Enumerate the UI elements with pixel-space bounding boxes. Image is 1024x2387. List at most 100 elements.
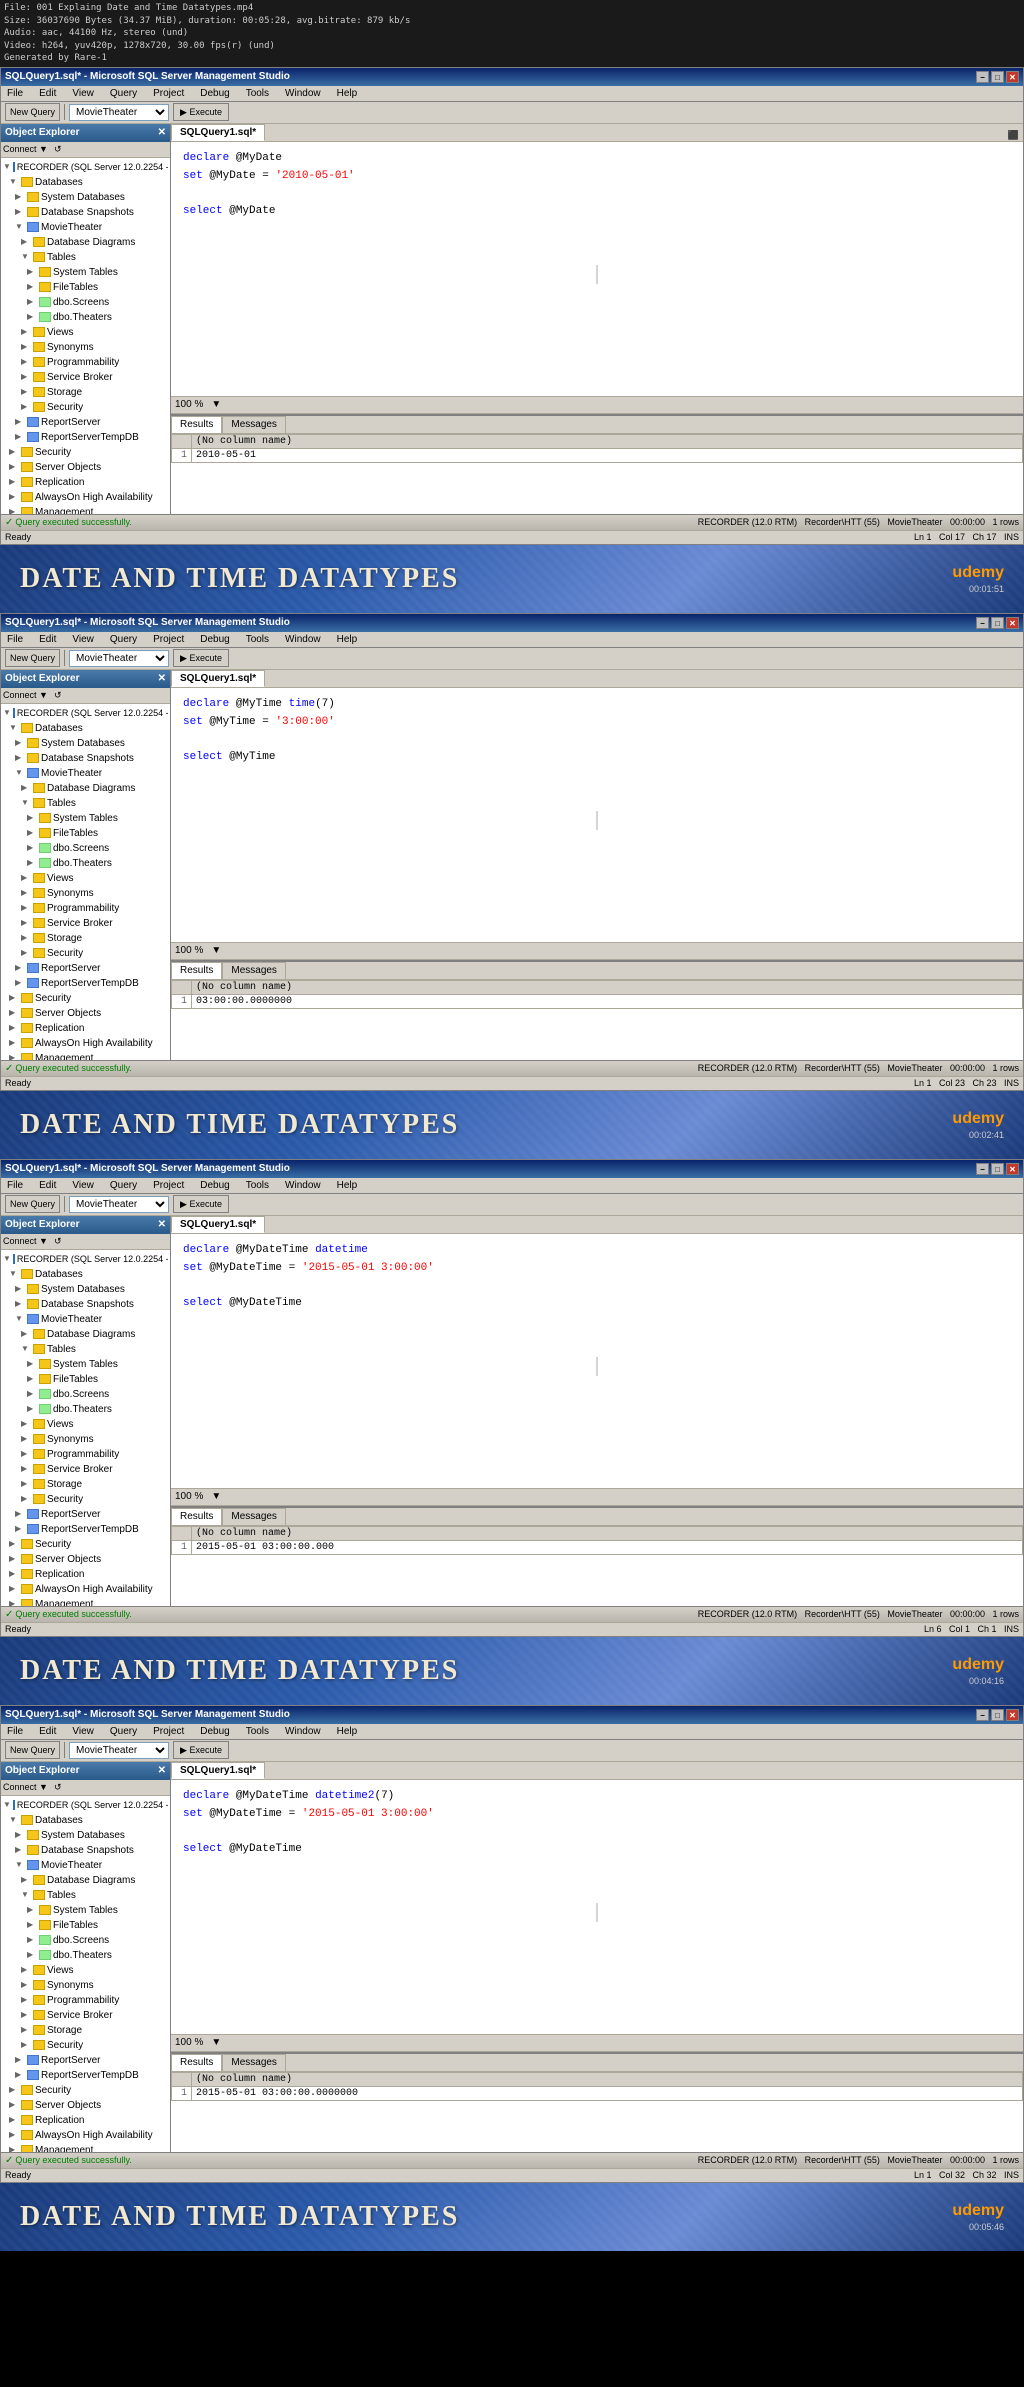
menu-view-1[interactable]: View — [68, 87, 98, 100]
oe-db-diagrams-1[interactable]: ▶ Database Diagrams — [3, 235, 168, 250]
code-editor-3[interactable]: declare @MyDateTime datetime set @MyDate… — [171, 1234, 1023, 1488]
menu-debug-3[interactable]: Debug — [196, 1179, 233, 1192]
menu-edit-2[interactable]: Edit — [35, 633, 60, 646]
menu-project-1[interactable]: Project — [149, 87, 188, 100]
oe-refresh-btn-4[interactable]: ↺ — [54, 1782, 62, 1793]
menu-file-2[interactable]: File — [3, 633, 27, 646]
oe-server-2[interactable]: ▼ RECORDER (SQL Server 12.0.2254 - Recor… — [3, 706, 168, 721]
query-tab-3[interactable]: SQLQuery1.sql* — [171, 1216, 265, 1233]
maximize-btn-1[interactable]: □ — [991, 71, 1004, 83]
maximize-btn-2[interactable]: □ — [991, 617, 1004, 629]
oe-databases-1[interactable]: ▼ Databases — [3, 175, 168, 190]
oe-connect-btn-4[interactable]: Connect ▼ — [3, 1782, 48, 1792]
close-btn-2[interactable]: ✕ — [1006, 617, 1019, 629]
oe-security-1[interactable]: ▶ Security — [3, 400, 168, 415]
results-tab-1[interactable]: Results — [171, 416, 222, 433]
menu-edit-1[interactable]: Edit — [35, 87, 60, 100]
minimize-btn-1[interactable]: − — [976, 71, 989, 83]
oe-databases-2[interactable]: ▼ Databases — [3, 721, 168, 736]
query-tab-1[interactable]: SQLQuery1.sql* — [171, 124, 265, 141]
code-editor-4[interactable]: declare @MyDateTime datetime2(7) set @My… — [171, 1780, 1023, 2034]
new-query-btn-2[interactable]: New Query — [5, 649, 60, 667]
query-tab-2[interactable]: SQLQuery1.sql* — [171, 670, 265, 687]
oe-refresh-btn-1[interactable]: ↺ — [54, 144, 62, 155]
oe-system-dbs-1[interactable]: ▶ System Databases — [3, 190, 168, 205]
oe-movie-theater-1[interactable]: ▼ MovieTheater — [3, 220, 168, 235]
results-tab-4[interactable]: Results — [171, 2054, 222, 2071]
oe-alwayson-1[interactable]: ▶ AlwaysOn High Availability — [3, 490, 168, 505]
menu-query-2[interactable]: Query — [106, 633, 141, 646]
menu-file-4[interactable]: File — [3, 1725, 27, 1738]
oe-mgmt-1[interactable]: ▶ Management — [3, 505, 168, 514]
oe-tables-1[interactable]: ▼ Tables — [3, 250, 168, 265]
menu-project-3[interactable]: Project — [149, 1179, 188, 1192]
oe-screens-1[interactable]: ▶ dbo.Screens — [3, 295, 168, 310]
close-btn-4[interactable]: ✕ — [1006, 1709, 1019, 1721]
oe-srvobjects-1[interactable]: ▶ Server Objects — [3, 460, 168, 475]
menu-tools-3[interactable]: Tools — [242, 1179, 273, 1192]
messages-tab-4[interactable]: Messages — [222, 2054, 286, 2071]
menu-help-1[interactable]: Help — [333, 87, 362, 100]
results-tab-3[interactable]: Results — [171, 1508, 222, 1525]
oe-prog-1[interactable]: ▶ Programmability — [3, 355, 168, 370]
results-tab-2[interactable]: Results — [171, 962, 222, 979]
oe-broker-1[interactable]: ▶ Service Broker — [3, 370, 168, 385]
menu-edit-3[interactable]: Edit — [35, 1179, 60, 1192]
menu-file-1[interactable]: File — [3, 87, 27, 100]
oe-server-1[interactable]: ▼ RECORDER (SQL Server 12.0.2254 - Recor… — [3, 160, 168, 175]
new-query-btn-4[interactable]: New Query — [5, 1741, 60, 1759]
oe-connect-btn-2[interactable]: Connect ▼ — [3, 690, 48, 700]
maximize-btn-3[interactable]: □ — [991, 1163, 1004, 1175]
messages-tab-2[interactable]: Messages — [222, 962, 286, 979]
menu-debug-2[interactable]: Debug — [196, 633, 233, 646]
oe-replication-1[interactable]: ▶ Replication — [3, 475, 168, 490]
menu-window-1[interactable]: Window — [281, 87, 325, 100]
messages-tab-3[interactable]: Messages — [222, 1508, 286, 1525]
code-editor-1[interactable]: declare @MyDate set @MyDate = '2010-05-0… — [171, 142, 1023, 396]
menu-debug-1[interactable]: Debug — [196, 87, 233, 100]
menu-query-4[interactable]: Query — [106, 1725, 141, 1738]
menu-tools-1[interactable]: Tools — [242, 87, 273, 100]
minimize-btn-2[interactable]: − — [976, 617, 989, 629]
menu-edit-4[interactable]: Edit — [35, 1725, 60, 1738]
messages-tab-1[interactable]: Messages — [222, 416, 286, 433]
minimize-btn-3[interactable]: − — [976, 1163, 989, 1175]
new-query-btn-3[interactable]: New Query — [5, 1195, 60, 1213]
menu-project-2[interactable]: Project — [149, 633, 188, 646]
db-selector-4[interactable]: MovieTheater — [69, 1742, 169, 1759]
oe-file-tables-1[interactable]: ▶ FileTables — [3, 280, 168, 295]
menu-window-4[interactable]: Window — [281, 1725, 325, 1738]
oe-connect-btn-3[interactable]: Connect ▼ — [3, 1236, 48, 1246]
menu-debug-4[interactable]: Debug — [196, 1725, 233, 1738]
oe-theaters-1[interactable]: ▶ dbo.Theaters — [3, 310, 168, 325]
oe-rptserver-1[interactable]: ▶ ReportServer — [3, 415, 168, 430]
new-query-btn-1[interactable]: New Query — [5, 103, 60, 121]
menu-window-2[interactable]: Window — [281, 633, 325, 646]
execute-btn-4[interactable]: ▶ Execute — [173, 1741, 229, 1759]
oe-storage-1[interactable]: ▶ Storage — [3, 385, 168, 400]
code-editor-2[interactable]: declare @MyTime time(7) set @MyTime = '3… — [171, 688, 1023, 942]
oe-refresh-btn-2[interactable]: ↺ — [54, 690, 62, 701]
maximize-btn-4[interactable]: □ — [991, 1709, 1004, 1721]
db-selector-1[interactable]: MovieTheater — [69, 104, 169, 121]
oe-rpttempdb-1[interactable]: ▶ ReportServerTempDB — [3, 430, 168, 445]
menu-query-3[interactable]: Query — [106, 1179, 141, 1192]
minimize-btn-4[interactable]: − — [976, 1709, 989, 1721]
menu-help-3[interactable]: Help — [333, 1179, 362, 1192]
oe-db-snapshots-1[interactable]: ▶ Database Snapshots — [3, 205, 168, 220]
menu-help-4[interactable]: Help — [333, 1725, 362, 1738]
oe-sys-tables-1[interactable]: ▶ System Tables — [3, 265, 168, 280]
oe-views-1[interactable]: ▶ Views — [3, 325, 168, 340]
oe-security2-1[interactable]: ▶ Security — [3, 445, 168, 460]
db-selector-3[interactable]: MovieTheater — [69, 1196, 169, 1213]
query-tab-4[interactable]: SQLQuery1.sql* — [171, 1762, 265, 1779]
oe-connect-btn-1[interactable]: Connect ▼ — [3, 144, 48, 154]
close-btn-3[interactable]: ✕ — [1006, 1163, 1019, 1175]
menu-tools-2[interactable]: Tools — [242, 633, 273, 646]
menu-project-4[interactable]: Project — [149, 1725, 188, 1738]
db-selector-2[interactable]: MovieTheater — [69, 650, 169, 667]
menu-window-3[interactable]: Window — [281, 1179, 325, 1192]
menu-file-3[interactable]: File — [3, 1179, 27, 1192]
menu-view-3[interactable]: View — [68, 1179, 98, 1192]
oe-refresh-btn-3[interactable]: ↺ — [54, 1236, 62, 1247]
